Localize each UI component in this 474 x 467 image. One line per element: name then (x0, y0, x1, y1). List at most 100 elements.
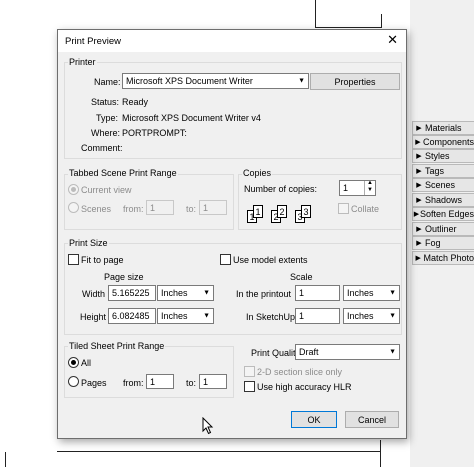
use-model-extents-checkbox[interactable] (220, 254, 231, 265)
current-view-radio[interactable] (68, 184, 79, 195)
section-slice-label: 2-D section slice only (257, 367, 343, 377)
play-arrow-icon: ▶ (416, 153, 422, 160)
scenes-radio[interactable] (68, 202, 79, 213)
print-quality-select[interactable]: Draft ▼ (295, 344, 400, 360)
tray-item[interactable]: ▶ Tags (412, 164, 474, 178)
play-arrow-icon: ▶ (415, 139, 421, 146)
sheet-range-group-label: Tiled Sheet Print Range (68, 341, 166, 351)
fit-to-page-label: Fit to page (81, 255, 124, 265)
tray-item[interactable]: ▶ Soften Edges (412, 207, 474, 221)
width-unit-select[interactable]: Inches ▼ (157, 285, 214, 301)
play-arrow-icon: ▶ (416, 226, 422, 233)
print-size-group-label: Print Size (68, 238, 109, 248)
in-sketchup-label: In SketchUp (246, 312, 296, 322)
scale-label: Scale (290, 272, 313, 282)
page-size-label: Page size (104, 272, 144, 282)
collate-pages-icon: 1 1 2 2 3 3 (247, 202, 322, 224)
tray-item[interactable]: ▶ Scenes (412, 178, 474, 192)
where-label: Where: (91, 128, 121, 138)
properties-button[interactable]: Properties (310, 73, 400, 90)
pages-to-input[interactable]: 1 (199, 374, 227, 389)
copies-value: 1 (343, 183, 349, 193)
pages-from-label: from: (123, 378, 144, 388)
scenes-from-label: from: (123, 204, 144, 214)
pages-from-input[interactable]: 1 (146, 374, 174, 389)
section-slice-checkbox[interactable] (244, 366, 255, 377)
tray-item[interactable]: ▶ Styles (412, 149, 474, 163)
current-view-label: Current view (81, 185, 132, 195)
tray-item[interactable]: ▶ Match Photo (412, 251, 474, 265)
in-printout-input[interactable]: 1 (295, 285, 340, 301)
tray-item[interactable]: ▶ Shadows (412, 193, 474, 207)
printer-name-label: Name: (94, 77, 121, 87)
all-pages-label: All (81, 358, 92, 368)
play-arrow-icon: ▶ (415, 255, 421, 262)
high-accuracy-hlr-checkbox[interactable] (244, 381, 255, 392)
copies-group-label: Copies (242, 168, 273, 178)
chevron-down-icon: ▼ (389, 312, 396, 320)
play-arrow-icon: ▶ (416, 240, 422, 247)
in-sketchup-unit-select[interactable]: Inches ▼ (343, 308, 400, 324)
print-preview-dialog: Print Preview ✕ Printer Name: Microsoft … (57, 29, 407, 439)
collate-checkbox[interactable] (338, 203, 349, 214)
use-model-extents-label: Use model extents (233, 255, 308, 265)
in-sketchup-input[interactable]: 1 (295, 308, 340, 324)
scenes-label: Scenes (81, 204, 112, 214)
height-input[interactable]: 6.082485 (108, 308, 156, 324)
scene-range-group-label: Tabbed Scene Print Range (68, 168, 178, 178)
height-unit-select[interactable]: Inches ▼ (157, 308, 214, 324)
copies-input[interactable]: 1 ▲ ▼ (339, 180, 376, 196)
printer-name-value: Microsoft XPS Document Writer (126, 76, 253, 86)
scenes-from-input[interactable]: 1 (146, 200, 174, 215)
viewport-edge-line (57, 451, 380, 452)
fit-to-page-checkbox[interactable] (68, 254, 79, 265)
in-printout-unit-value: Inches (347, 288, 374, 298)
page-range-radio[interactable] (68, 376, 79, 387)
high-accuracy-hlr-label: Use high accuracy HLR (257, 382, 352, 392)
viewport-edge-line (380, 440, 381, 467)
play-arrow-icon: ▶ (416, 125, 422, 132)
viewport-edge-line (5, 452, 6, 467)
play-arrow-icon: ▶ (416, 168, 422, 175)
close-icon[interactable]: ✕ (387, 33, 398, 47)
height-unit-value: Inches (161, 311, 188, 321)
mouse-cursor-icon (202, 417, 214, 435)
printer-group-label: Printer (68, 57, 97, 67)
width-label: Width (82, 289, 106, 299)
chevron-down-icon: ▼ (298, 77, 305, 85)
type-label: Type: (96, 113, 119, 123)
scenes-to-label: to: (186, 204, 197, 214)
viewport-edge-line (315, 0, 316, 28)
dialog-titlebar[interactable]: Print Preview ✕ (58, 30, 406, 52)
viewport-edge-line (381, 14, 382, 28)
width-input[interactable]: 5.165225 (108, 285, 156, 301)
tray-item[interactable]: ▶ Materials (412, 121, 474, 135)
pages-to-label: to: (186, 378, 197, 388)
tray-item[interactable]: ▶ Fog (412, 236, 474, 250)
in-printout-unit-select[interactable]: Inches ▼ (343, 285, 400, 301)
print-quality-value: Draft (299, 347, 319, 357)
chevron-down-icon: ▼ (203, 289, 210, 297)
width-unit-value: Inches (161, 288, 188, 298)
in-sketchup-unit-value: Inches (347, 311, 374, 321)
ok-button[interactable]: OK (291, 411, 337, 428)
in-printout-label: In the printout (236, 289, 292, 299)
type-value: Microsoft XPS Document Writer v4 (122, 113, 261, 123)
chevron-down-icon: ▼ (389, 348, 396, 356)
tray-item[interactable]: ▶ Outliner (412, 222, 474, 236)
tray-item[interactable]: ▶ Components (412, 135, 474, 149)
status-value: Ready (122, 97, 149, 107)
scenes-to-input[interactable]: 1 (199, 200, 227, 215)
comment-label: Comment: (81, 143, 123, 153)
chevron-down-icon: ▼ (203, 312, 210, 320)
status-label: Status: (91, 97, 120, 107)
viewport-edge-line (315, 27, 382, 28)
all-pages-radio[interactable] (68, 357, 79, 368)
chevron-down-icon: ▼ (389, 289, 396, 297)
play-arrow-icon: ▶ (416, 197, 422, 204)
page-range-label: Pages (81, 378, 107, 388)
cancel-button[interactable]: Cancel (345, 411, 399, 428)
sheet-range-group (64, 346, 234, 398)
printer-name-select[interactable]: Microsoft XPS Document Writer ▼ (122, 73, 309, 89)
copies-spinner[interactable]: ▲ ▼ (364, 181, 375, 195)
